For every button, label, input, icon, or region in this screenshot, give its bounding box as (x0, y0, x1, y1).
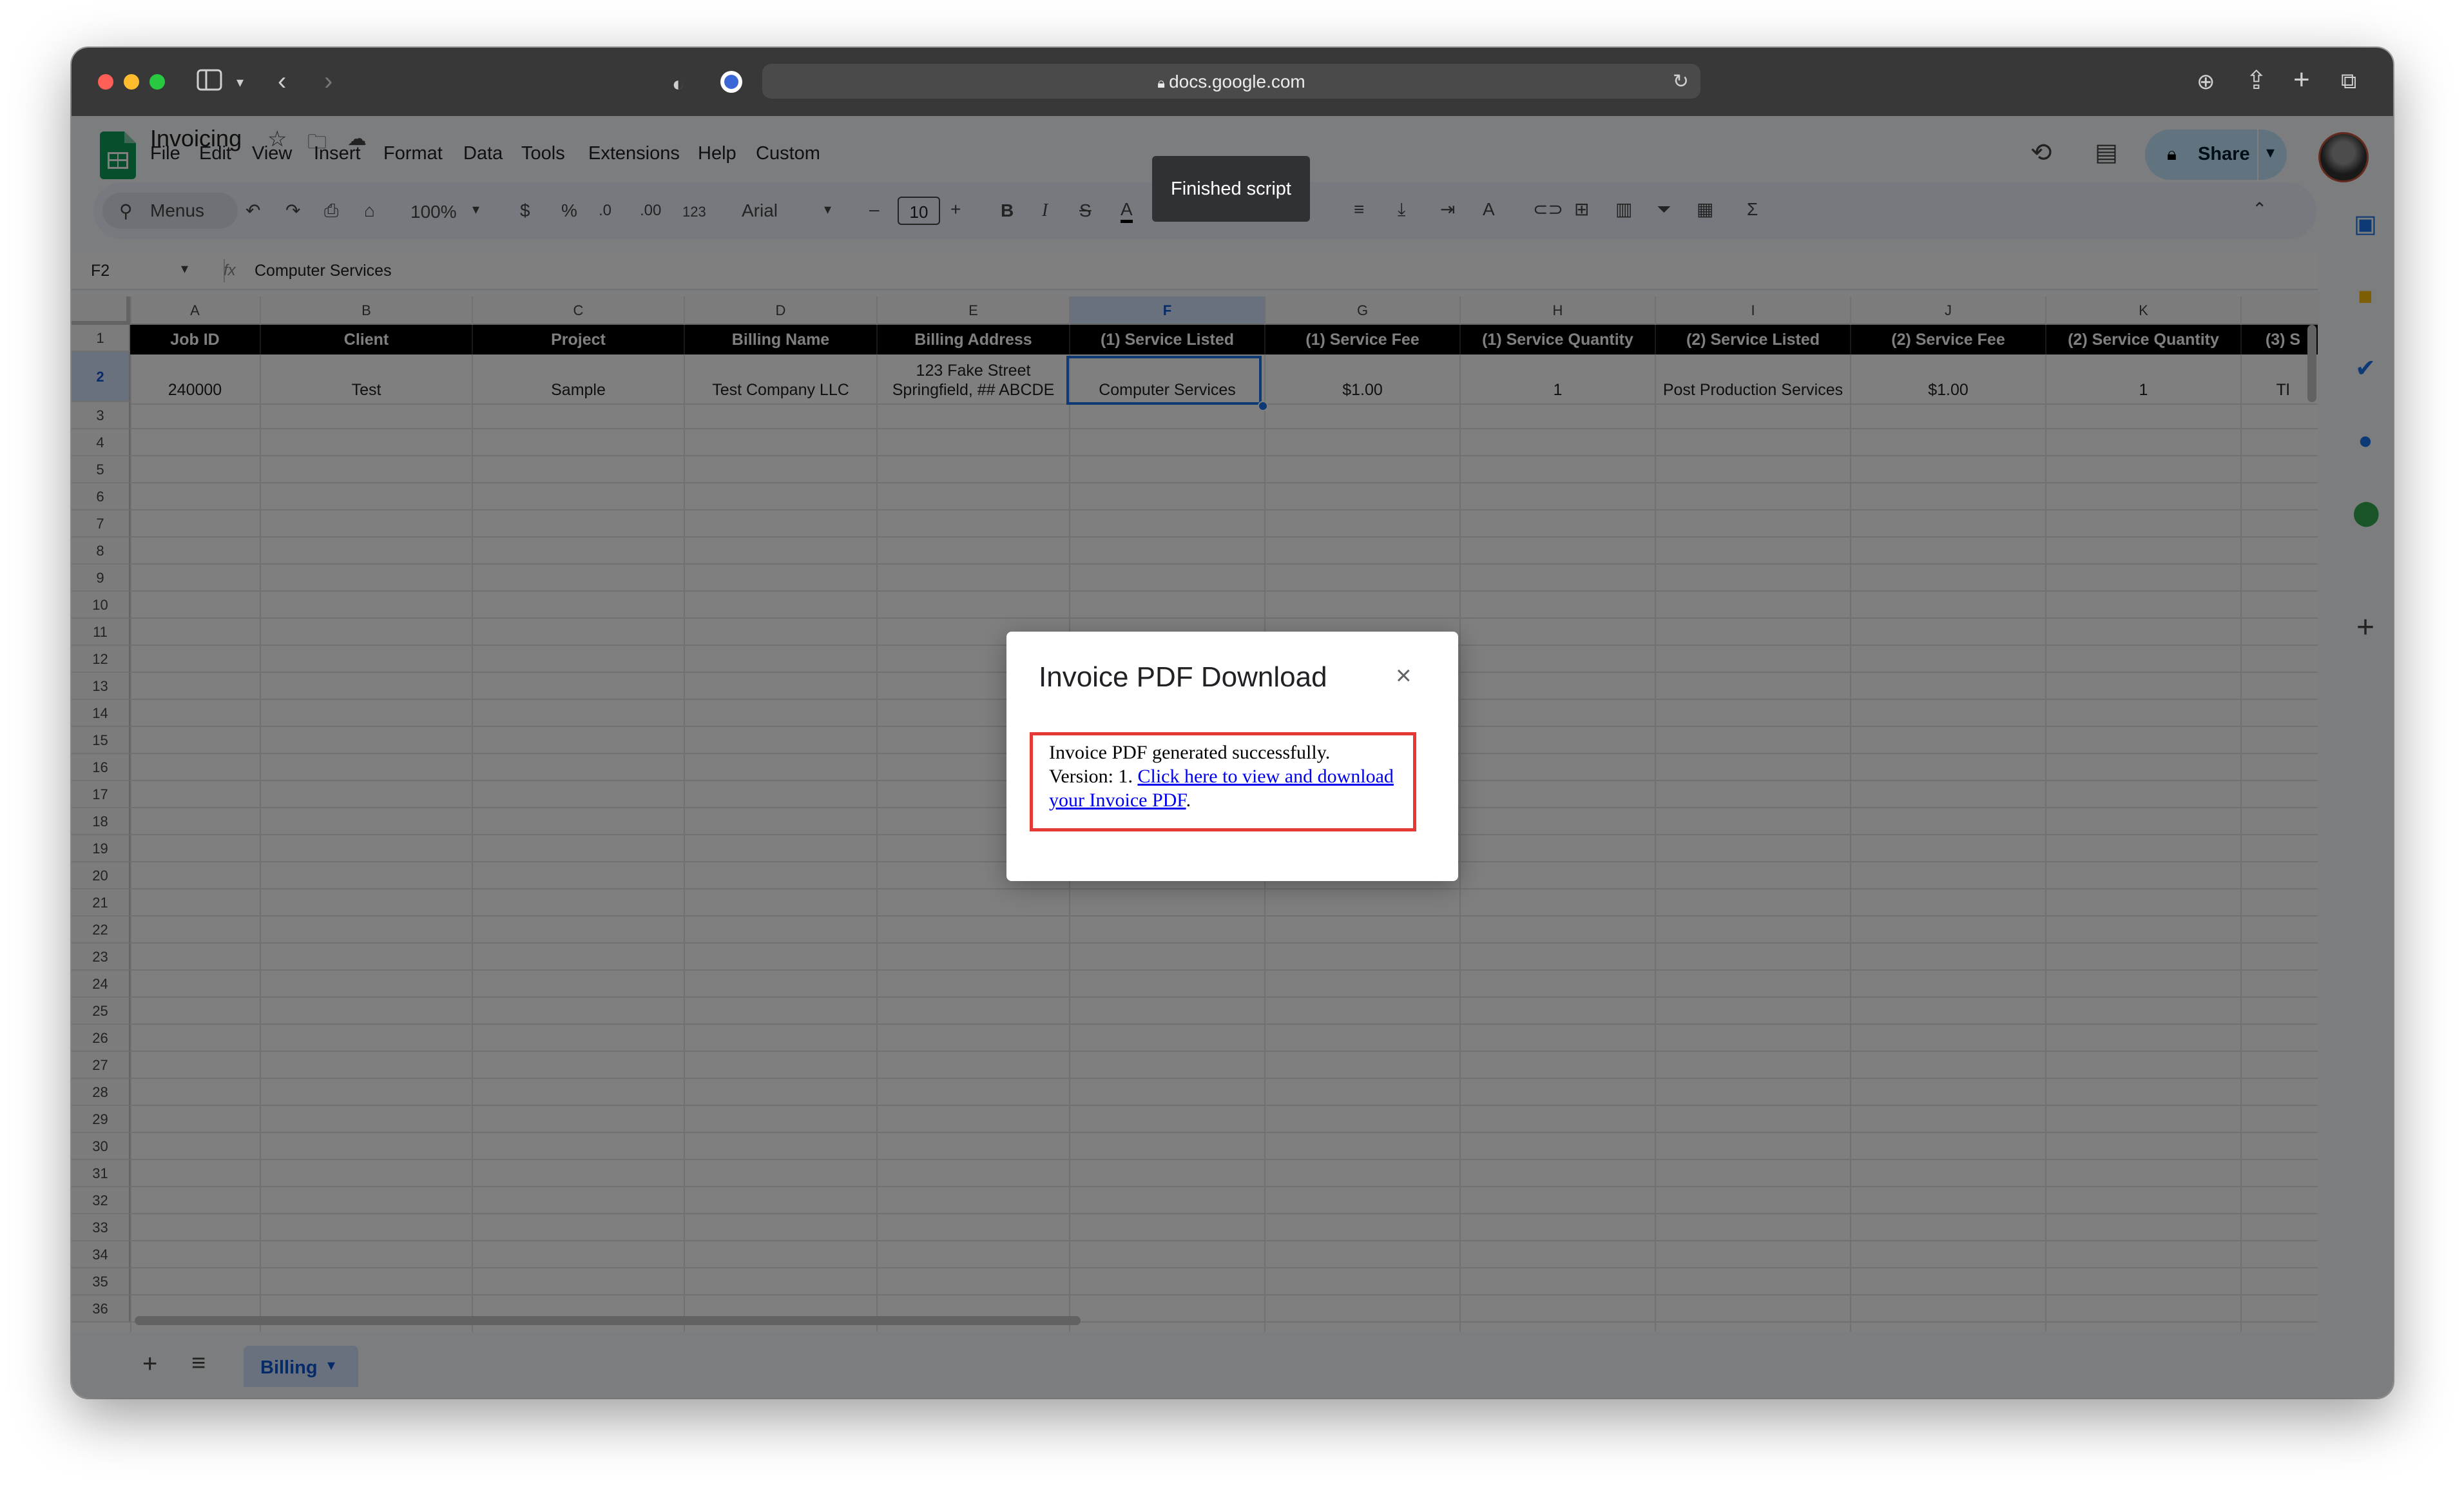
browser-toolbar: ▾ ‹ › ◐ 🔒︎ docs.google.com ↻ ⊕ ⇪ + ⧉ (72, 48, 2393, 116)
close-icon[interactable]: × (1396, 660, 1412, 691)
password-extension-icon[interactable] (718, 69, 744, 99)
tab-overview-icon[interactable]: ⧉ (2341, 68, 2356, 94)
browser-window: ▾ ‹ › ◐ 🔒︎ docs.google.com ↻ ⊕ ⇪ + ⧉ Inv… (72, 48, 2393, 1398)
chevron-down-icon[interactable]: ▾ (236, 70, 244, 95)
forward-icon[interactable]: › (324, 68, 332, 94)
new-tab-icon[interactable]: + (2293, 66, 2310, 94)
zoom-window-button[interactable] (149, 74, 165, 90)
shield-icon[interactable]: ◐ (672, 71, 684, 97)
status-toast: Finished script (1152, 156, 1310, 222)
lock-icon: 🔒︎ (1157, 75, 1169, 91)
share-page-icon[interactable]: ⇪ (2246, 68, 2267, 93)
address-bar[interactable]: 🔒︎ docs.google.com ↻ (762, 64, 1700, 99)
reload-icon[interactable]: ↻ (1673, 70, 1689, 93)
minimize-window-button[interactable] (124, 74, 139, 90)
url-text: docs.google.com (1169, 72, 1305, 92)
sidebar-toggle-icon[interactable] (197, 69, 222, 95)
invoice-pdf-dialog: Invoice PDF Download × Invoice PDF gener… (1006, 632, 1458, 881)
downloads-icon[interactable]: ⊕ (2197, 69, 2215, 95)
close-window-button[interactable] (98, 74, 113, 90)
dialog-title: Invoice PDF Download (1039, 661, 1327, 693)
message-suffix: . (1186, 790, 1191, 811)
back-icon[interactable]: ‹ (278, 68, 286, 94)
dialog-message: Invoice PDF generated successfully. Vers… (1030, 732, 1416, 831)
